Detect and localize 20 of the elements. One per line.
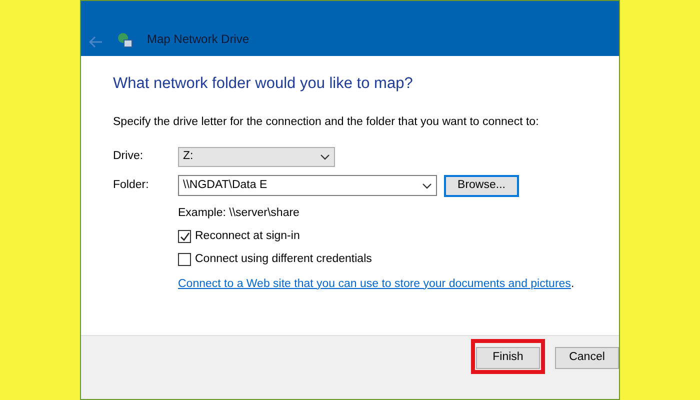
folder-label: Folder: [113,178,150,194]
dialog-button[interactable]: Finish [476,346,540,369]
drive-label: Drive: [113,149,144,164]
browse-button[interactable]: Browse... [444,174,519,197]
option-checkbox[interactable]: Connect using different credentials [178,251,619,268]
dialog-heading: What network folder would you like to map? [113,76,414,92]
instruction-text: Specify the drive letter for the connection and the folder that you want to connect to: [113,114,540,130]
folder-dropdown[interactable]: \\NGDAT\Data E [178,175,437,196]
chevron-down-icon [320,154,330,160]
option-checkbox[interactable]: Reconnect at sign-in [178,228,619,246]
back-arrow-icon[interactable] [89,36,103,48]
link-period: . [570,276,574,292]
web-site-link[interactable]: Connect to a Web site that you can use to store your documents and pictures [178,276,571,293]
network-drive-icon [117,32,133,48]
example-text: Example: \\server\share [178,206,300,221]
window-title: Map Network Drive [147,31,250,48]
checkmark-icon [180,232,190,242]
chevron-down-icon [422,182,432,189]
dialog-button[interactable]: Cancel [555,346,619,369]
drive-dropdown[interactable]: Z: [178,146,335,167]
